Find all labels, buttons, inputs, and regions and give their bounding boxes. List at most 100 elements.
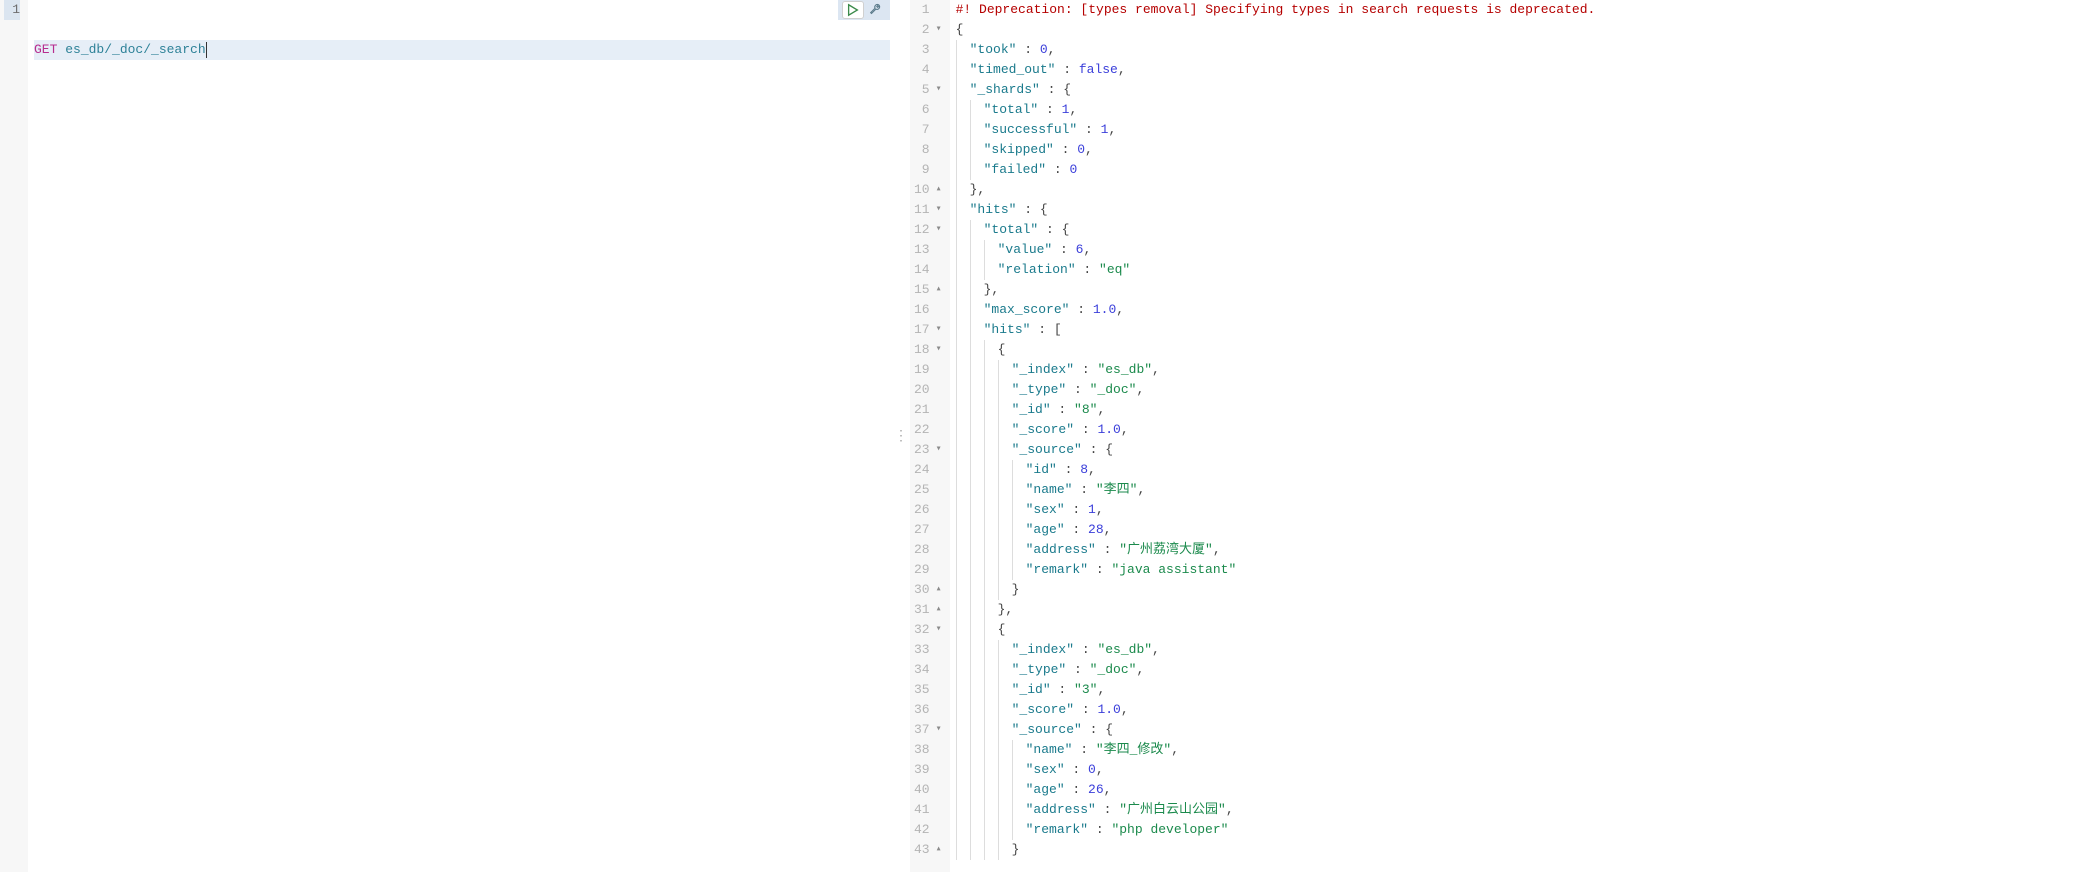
fold-toggle-icon[interactable]: ▴ — [932, 600, 942, 620]
response-line: "hits" : { — [956, 200, 2081, 220]
token: "_type" — [1012, 380, 1067, 400]
token: 0 — [1077, 140, 1085, 160]
response-line: "remark" : "php developer" — [956, 820, 2081, 840]
indent-guide — [998, 800, 1012, 820]
token: "_doc" — [1090, 660, 1137, 680]
token: } — [1012, 840, 1020, 860]
line-number: 38 — [914, 740, 942, 760]
token: } — [984, 280, 992, 300]
token: : — [1082, 720, 1105, 740]
fold-toggle-icon[interactable]: ▾ — [932, 80, 942, 100]
indent-guide — [970, 660, 984, 680]
fold-toggle-icon[interactable]: ▴ — [932, 580, 942, 600]
request-code-area[interactable]: GET es_db/_doc/_search — [28, 0, 890, 872]
line-number: 40 — [914, 780, 942, 800]
token: { — [1105, 440, 1113, 460]
response-viewer[interactable]: 12▾345▾678910▴11▾12▾131415▴1617▾18▾19202… — [910, 0, 2081, 872]
token: "timed_out" — [970, 60, 1056, 80]
fold-toggle-icon[interactable]: ▴ — [932, 280, 942, 300]
play-icon — [846, 3, 860, 17]
pane-splitter[interactable]: ⋮ — [890, 0, 910, 872]
response-line: "relation" : "eq" — [956, 260, 2081, 280]
response-code-area[interactable]: #! Deprecation: [types removal] Specifyi… — [950, 0, 2081, 872]
fold-toggle-icon[interactable]: ▾ — [932, 200, 942, 220]
request-line[interactable]: GET es_db/_doc/_search — [34, 40, 890, 60]
indent-guide — [970, 280, 984, 300]
token: : — [1088, 560, 1111, 580]
indent-guide — [984, 760, 998, 780]
response-line: "remark" : "java assistant" — [956, 560, 2081, 580]
request-editor[interactable]: 1 GET es_db/_doc/_search — [0, 0, 890, 872]
line-number: 41 — [914, 800, 942, 820]
indent-guide — [956, 660, 970, 680]
line-number: 39 — [914, 760, 942, 780]
indent-guide — [956, 520, 970, 540]
indent-guide — [970, 580, 984, 600]
indent-guide — [984, 580, 998, 600]
run-request-button[interactable] — [842, 1, 864, 19]
line-number: 22 — [914, 420, 942, 440]
line-number: 4 — [914, 60, 942, 80]
indent-guide — [998, 680, 1012, 700]
indent-guide — [970, 540, 984, 560]
indent-guide — [1012, 740, 1026, 760]
token: : — [1038, 100, 1061, 120]
response-line: "value" : 6, — [956, 240, 2081, 260]
indent-guide — [956, 500, 970, 520]
indent-guide — [984, 600, 998, 620]
token: : — [1096, 540, 1119, 560]
response-line: "successful" : 1, — [956, 120, 2081, 140]
line-number: 43▴ — [914, 840, 942, 860]
token: 1.0 — [1093, 300, 1116, 320]
token: "_score" — [1012, 700, 1074, 720]
indent-guide — [956, 820, 970, 840]
fold-toggle-icon[interactable]: ▾ — [932, 320, 942, 340]
indent-guide — [970, 420, 984, 440]
response-gutter: 12▾345▾678910▴11▾12▾131415▴1617▾18▾19202… — [910, 0, 950, 872]
fold-toggle-icon[interactable]: ▾ — [932, 440, 942, 460]
indent-guide — [998, 700, 1012, 720]
token: , — [1088, 460, 1096, 480]
line-number: 14 — [914, 260, 942, 280]
response-line: "took" : 0, — [956, 40, 2081, 60]
line-number: 33 — [914, 640, 942, 660]
line-number: 27 — [914, 520, 942, 540]
fold-toggle-icon[interactable]: ▾ — [932, 220, 942, 240]
token: : — [1030, 320, 1053, 340]
fold-toggle-icon[interactable]: ▾ — [932, 340, 942, 360]
fold-toggle-icon[interactable]: ▾ — [932, 720, 942, 740]
indent-guide — [1012, 500, 1026, 520]
token: "failed" — [984, 160, 1046, 180]
fold-toggle-icon[interactable]: ▴ — [932, 840, 942, 860]
token: } — [1012, 580, 1020, 600]
request-editor-pane: 1 GET es_db/_doc/_search — [0, 0, 890, 872]
token: { — [1105, 720, 1113, 740]
fold-toggle-icon[interactable]: ▴ — [932, 180, 942, 200]
token: , — [1096, 500, 1104, 520]
indent-guide — [970, 240, 984, 260]
indent-guide — [956, 360, 970, 380]
line-number: 10▴ — [914, 180, 942, 200]
token: , — [1097, 680, 1105, 700]
indent-guide — [956, 560, 970, 580]
indent-guide — [984, 360, 998, 380]
indent-guide — [984, 480, 998, 500]
token: , — [1097, 400, 1105, 420]
response-line: "_score" : 1.0, — [956, 700, 2081, 720]
options-button[interactable] — [864, 1, 886, 19]
token: , — [1121, 420, 1129, 440]
fold-toggle-icon[interactable]: ▾ — [932, 20, 942, 40]
line-number: 42 — [914, 820, 942, 840]
response-line: }, — [956, 600, 2081, 620]
fold-toggle-icon[interactable]: ▾ — [932, 620, 942, 640]
token: "id" — [1026, 460, 1057, 480]
indent-guide — [998, 760, 1012, 780]
indent-guide — [970, 220, 984, 240]
indent-guide — [1012, 820, 1026, 840]
response-line: "_index" : "es_db", — [956, 640, 2081, 660]
response-line: "address" : "广州荔湾大厦", — [956, 540, 2081, 560]
indent-guide — [956, 400, 970, 420]
indent-guide — [984, 800, 998, 820]
line-number: 24 — [914, 460, 942, 480]
token: , — [1083, 240, 1091, 260]
